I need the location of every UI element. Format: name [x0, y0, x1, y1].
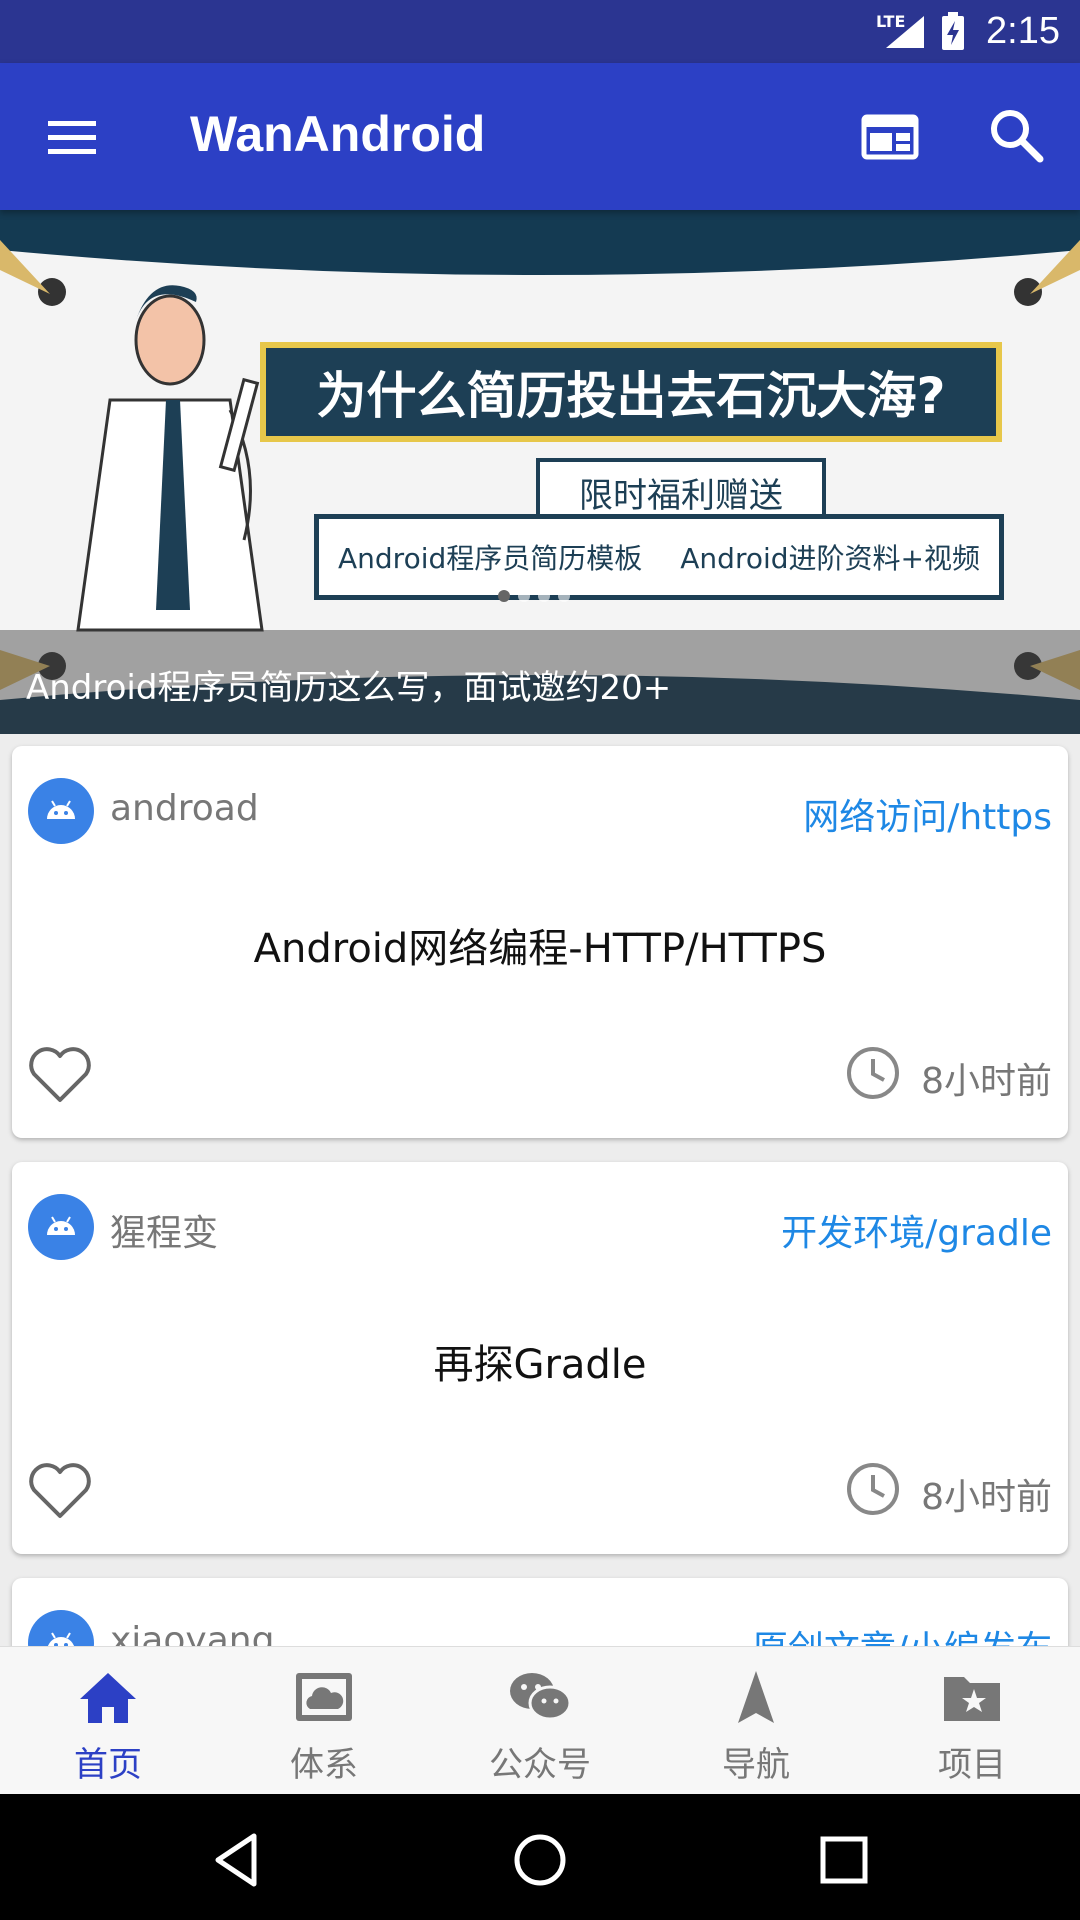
app-bar: WanAndroid	[0, 63, 1080, 210]
bottom-navigation: 首页 体系 公众号 导航 项目	[0, 1646, 1080, 1794]
battery-charging-icon	[942, 12, 964, 50]
nav-label: 体系	[290, 1745, 358, 1785]
back-icon[interactable]	[208, 1830, 268, 1890]
android-avatar-icon	[28, 1610, 94, 1646]
clock: 2:15	[986, 10, 1060, 52]
banner-caption: Android程序员简历这么写，面试邀约20+	[26, 668, 672, 708]
banner-tag: Android进阶资料+视频	[680, 542, 980, 575]
carousel-dot[interactable]	[558, 590, 570, 602]
web-view-icon[interactable]	[858, 107, 922, 167]
clock-icon	[847, 1047, 899, 1099]
article-author[interactable]: 猩程变	[110, 1204, 218, 1256]
article-list[interactable]: androad 网络访问/https Android网络编程-HTTP/HTTP…	[0, 734, 1080, 1646]
cloud-icon	[296, 1673, 352, 1721]
article-category[interactable]: 原创文章/小编发布	[752, 1620, 1052, 1646]
article-author[interactable]: xiaoyang	[110, 1620, 274, 1646]
carousel-indicator	[498, 590, 570, 602]
search-icon[interactable]	[984, 103, 1048, 167]
article-card[interactable]: xiaoyang 原创文章/小编发布	[12, 1578, 1068, 1646]
nav-item-project[interactable]: 项目	[864, 1647, 1080, 1794]
status-bar: LTE 2:15	[0, 0, 1080, 63]
navigation-icon	[738, 1671, 774, 1723]
home-icon	[80, 1673, 136, 1723]
article-card[interactable]: androad 网络访问/https Android网络编程-HTTP/HTTP…	[12, 746, 1068, 1138]
signal-icon	[886, 16, 924, 48]
android-avatar-icon	[28, 1194, 94, 1260]
carousel-dot[interactable]	[518, 590, 530, 602]
nav-item-system[interactable]: 体系	[216, 1647, 432, 1794]
home-circle-icon[interactable]	[510, 1830, 570, 1890]
nav-item-wechat[interactable]: 公众号	[432, 1647, 648, 1794]
android-avatar-icon	[28, 778, 94, 844]
heart-icon[interactable]	[26, 1044, 94, 1106]
nav-label: 项目	[938, 1745, 1006, 1785]
banner-tags: Android程序员简历模板 Android进阶资料+视频	[314, 514, 1004, 600]
folder-star-icon	[944, 1677, 1000, 1721]
article-title[interactable]: 再探Gradle	[12, 1332, 1068, 1390]
nav-label: 首页	[74, 1745, 142, 1785]
carousel-dot[interactable]	[498, 590, 510, 602]
nav-item-navigation[interactable]: 导航	[648, 1647, 864, 1794]
banner-tag: Android程序员简历模板	[338, 542, 643, 575]
article-time: 8小时前	[921, 1061, 1052, 1102]
recent-apps-icon[interactable]	[814, 1830, 874, 1890]
heart-icon[interactable]	[26, 1460, 94, 1522]
article-card[interactable]: 猩程变 开发环境/gradle 再探Gradle 8小时前	[12, 1162, 1068, 1554]
article-time: 8小时前	[921, 1477, 1052, 1518]
nav-label: 公众号	[489, 1745, 591, 1785]
nav-item-home[interactable]: 首页	[0, 1647, 216, 1794]
app-title: WanAndroid	[190, 106, 486, 162]
wechat-icon	[510, 1673, 572, 1721]
clock-icon	[847, 1463, 899, 1515]
system-navigation-bar	[0, 1794, 1080, 1920]
article-author[interactable]: androad	[110, 788, 259, 829]
article-title[interactable]: Android网络编程-HTTP/HTTPS	[12, 916, 1068, 974]
banner-headline: 为什么简历投出去石沉大海?	[260, 342, 1002, 442]
article-category[interactable]: 开发环境/gradle	[781, 1204, 1052, 1256]
nav-label: 导航	[722, 1745, 790, 1785]
menu-icon[interactable]	[36, 107, 112, 167]
carousel-dot[interactable]	[538, 590, 550, 602]
banner-carousel[interactable]: 为什么简历投出去石沉大海? 限时福利赠送 Android程序员简历模板 Andr…	[0, 210, 1080, 734]
article-category[interactable]: 网络访问/https	[803, 788, 1052, 840]
